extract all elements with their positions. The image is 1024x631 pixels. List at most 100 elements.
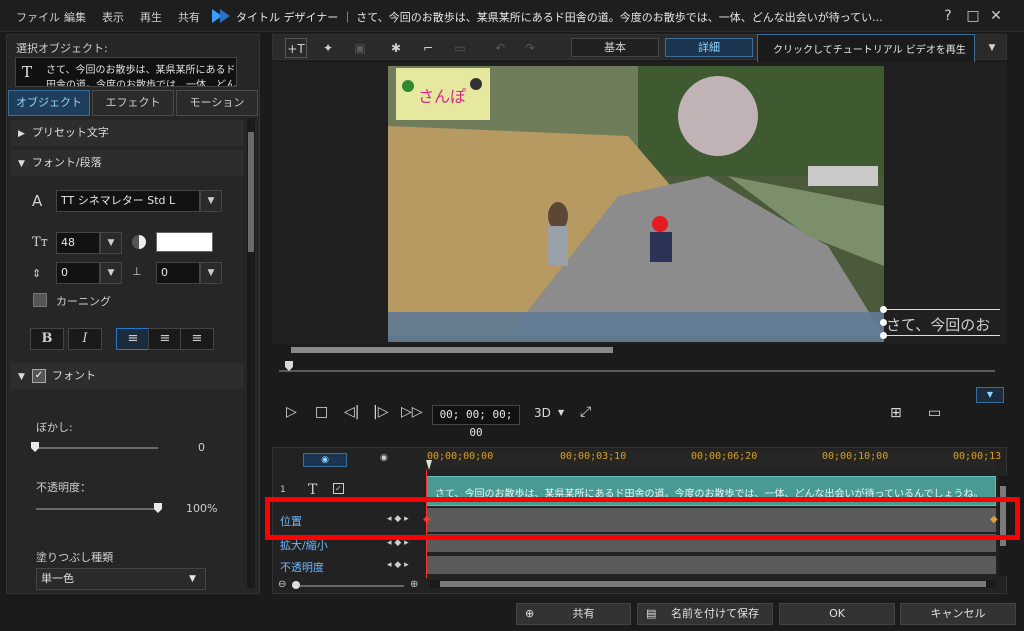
globe-icon: ⊕	[525, 607, 535, 620]
chevron-down-icon[interactable]: ▼	[200, 190, 222, 212]
fast-forward-icon[interactable]: ▷▷	[401, 404, 423, 420]
close-icon[interactable]: ✕	[987, 7, 1005, 25]
track-number: 1	[280, 485, 286, 495]
font-color-swatch[interactable]	[156, 232, 213, 252]
ruler-tick-label: 00;00;10;00	[822, 451, 889, 462]
basic-mode-button[interactable]: 基本	[571, 38, 659, 57]
timeline-clip-view-button[interactable]: ◉	[380, 453, 388, 463]
align-left-button[interactable]: ≡	[116, 328, 150, 350]
help-icon[interactable]: ?	[939, 7, 957, 25]
timeline-track-view-button[interactable]: ◉	[303, 453, 347, 467]
cancel-button[interactable]: キャンセル	[900, 603, 1016, 625]
tab-effect[interactable]: エフェクト	[92, 90, 174, 116]
font-paragraph-section[interactable]: ▼ フォント/段落	[10, 150, 244, 176]
text-bounding-box[interactable]: さて、今回のお	[884, 309, 1000, 336]
save-as-button[interactable]: ▤ 名前を付けて保存	[637, 603, 773, 625]
share-button[interactable]: ⊕ 共有	[516, 603, 631, 625]
align-right-button[interactable]: ≡	[180, 328, 214, 350]
menu-play[interactable]: 再生	[140, 9, 162, 25]
zoom-slider-knob[interactable]	[292, 581, 300, 589]
advanced-mode-button[interactable]: 詳細	[665, 38, 753, 57]
insert-frame-icon[interactable]: ⌐	[417, 38, 439, 58]
opacity-track[interactable]	[426, 556, 996, 574]
insert-text-icon[interactable]: +T	[285, 38, 307, 58]
font-section[interactable]: ▼ ✓ フォント	[10, 363, 244, 389]
timecode-display[interactable]: 00; 00; 00; 00	[432, 405, 520, 439]
playback-slider[interactable]	[279, 370, 995, 372]
logo-text: さんぽ	[418, 87, 466, 106]
preset-text-section[interactable]: ▶ プリセット文字	[10, 120, 244, 146]
opacity-label: 不透明度：	[36, 481, 91, 494]
font-size-field[interactable]: 48	[56, 232, 100, 254]
bold-button[interactable]: B	[30, 328, 64, 350]
blur-value: 0	[198, 441, 205, 454]
track-enable-checkbox[interactable]: ✓	[333, 483, 344, 494]
chevron-down-icon: ▼	[189, 574, 196, 584]
chevron-down-icon[interactable]: ▼	[558, 408, 564, 417]
tab-motion[interactable]: モーション	[176, 90, 258, 116]
chevron-down-icon[interactable]: ▼	[100, 262, 122, 284]
resize-handle[interactable]	[880, 319, 887, 326]
chevron-right-icon: ▶	[18, 129, 25, 139]
resize-handle[interactable]	[880, 306, 887, 313]
color-wheel-icon	[132, 235, 146, 249]
maximize-icon[interactable]: □	[964, 7, 982, 25]
char-spacing-field[interactable]: 0	[156, 262, 200, 284]
3d-mode-button[interactable]: 3D	[534, 406, 551, 420]
ok-button[interactable]: OK	[779, 603, 895, 625]
resize-handle[interactable]	[880, 332, 887, 339]
next-frame-icon[interactable]: |▷	[373, 404, 388, 420]
font-enable-checkbox[interactable]: ✓	[32, 369, 46, 383]
menu-view[interactable]: 表示	[102, 9, 124, 25]
font-name-select[interactable]: TT シネマレター Std L	[56, 190, 200, 212]
safe-zone-icon[interactable]: ▭	[928, 405, 941, 421]
menu-file[interactable]: ファイル	[16, 9, 60, 25]
ruler-tick-label: 00;00;00;00	[427, 451, 494, 462]
stop-icon[interactable]: □	[315, 404, 328, 420]
align-center-button[interactable]: ≡	[148, 328, 182, 350]
save-as-label: 名前を付けて保存	[671, 607, 759, 620]
ruler-tick-label: 00;00;03;10	[560, 451, 627, 462]
blur-label: ぼかし:	[36, 421, 73, 434]
selected-object-box[interactable]: T さて、今回のお散歩は、某県某所にあるド 田舎の道。今度のお散歩では、一体、ど…	[15, 57, 237, 87]
chevron-down-icon[interactable]: ▼	[200, 262, 222, 284]
menu-edit[interactable]: 編集	[64, 9, 86, 25]
play-icon[interactable]: ▷	[286, 404, 297, 420]
grid-icon[interactable]: ⊞	[890, 405, 902, 421]
video-preview[interactable]: さんぽ	[388, 66, 884, 342]
properties-panel	[6, 34, 260, 594]
italic-button[interactable]: I	[68, 328, 102, 350]
scrollbar-thumb[interactable]	[440, 581, 986, 587]
scrollbar-thumb[interactable]	[248, 132, 254, 252]
expand-panel-button[interactable]: ▼	[976, 387, 1004, 403]
zoom-in-icon[interactable]: ⊕	[410, 579, 418, 590]
preview-hscroll[interactable]	[279, 346, 995, 354]
fill-type-select[interactable]: 単一色 ▼	[36, 568, 206, 590]
kerning-checkbox[interactable]	[33, 293, 47, 307]
left-scrollbar[interactable]	[247, 118, 255, 588]
prev-frame-icon[interactable]: ◁|	[344, 404, 359, 420]
insert-effect-icon[interactable]: ✱	[385, 38, 407, 58]
zoom-slider[interactable]	[292, 585, 404, 587]
font-paragraph-label: フォント/段落	[31, 156, 102, 169]
blur-slider[interactable]	[36, 447, 158, 449]
fullscreen-icon[interactable]: ⤢	[580, 404, 591, 420]
selected-object-label: 選択オブジェクト:	[16, 42, 108, 55]
app-logo-icon	[212, 9, 230, 23]
chevron-down-icon[interactable]: ▼	[981, 38, 1003, 58]
zoom-out-icon[interactable]: ⊖	[278, 579, 286, 590]
chevron-down-icon[interactable]: ▼	[100, 232, 122, 254]
scrollbar-thumb[interactable]	[291, 347, 613, 353]
line-spacing-field[interactable]: 0	[56, 262, 100, 284]
timeline-zoom[interactable]: ⊖ ⊕	[278, 579, 418, 591]
keyframe-nav-icons[interactable]: ◂ ◆ ▸	[387, 560, 409, 570]
tab-object[interactable]: オブジェクト	[8, 90, 90, 116]
timeline-hscroll[interactable]	[430, 580, 996, 588]
caption-text: さて、今回のお	[886, 316, 991, 334]
menu-share[interactable]: 共有	[178, 9, 200, 25]
opacity-slider[interactable]	[36, 508, 158, 510]
preset-text-label: プリセット文字	[31, 126, 109, 139]
insert-particle-icon[interactable]: ✦	[317, 38, 339, 58]
share-label: 共有	[572, 607, 595, 620]
chevron-down-icon: ▼	[18, 372, 25, 382]
